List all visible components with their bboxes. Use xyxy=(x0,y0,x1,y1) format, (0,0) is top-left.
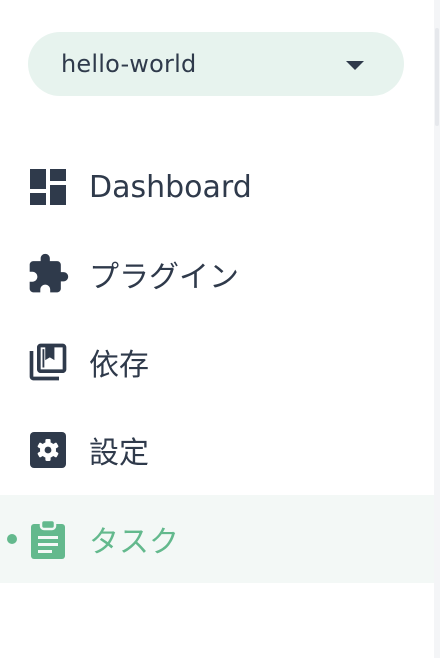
nav-item-settings[interactable]: 設定 xyxy=(0,406,434,494)
nav-item-dependencies[interactable]: 依存 xyxy=(0,318,434,406)
active-indicator xyxy=(7,534,17,544)
scrollbar[interactable] xyxy=(434,0,440,658)
project-select-value: hello-world xyxy=(61,50,197,78)
sidebar: hello-world Dashboard プラグイン 依存 設定 タスク xyxy=(0,0,434,658)
nav-item-label: 設定 xyxy=(89,436,149,471)
arrow-drop-down-icon xyxy=(346,61,364,70)
nav-item-dashboard[interactable]: Dashboard xyxy=(0,143,434,231)
nav-item-tasks[interactable]: タスク xyxy=(0,495,434,583)
nav-item-plugins[interactable]: プラグイン xyxy=(0,230,434,318)
nav-item-label: Dashboard xyxy=(89,169,252,205)
nav-item-label: 依存 xyxy=(89,348,149,383)
project-select[interactable]: hello-world xyxy=(28,32,404,96)
dashboard-icon xyxy=(26,165,70,209)
puzzle-icon xyxy=(26,252,70,296)
library-books-icon xyxy=(26,340,70,384)
settings-icon xyxy=(26,428,70,472)
nav-item-label: タスク xyxy=(89,525,179,560)
nav-item-label: プラグイン xyxy=(89,260,239,295)
scrollbar-thumb[interactable] xyxy=(435,28,439,126)
assignment-icon xyxy=(26,517,70,561)
